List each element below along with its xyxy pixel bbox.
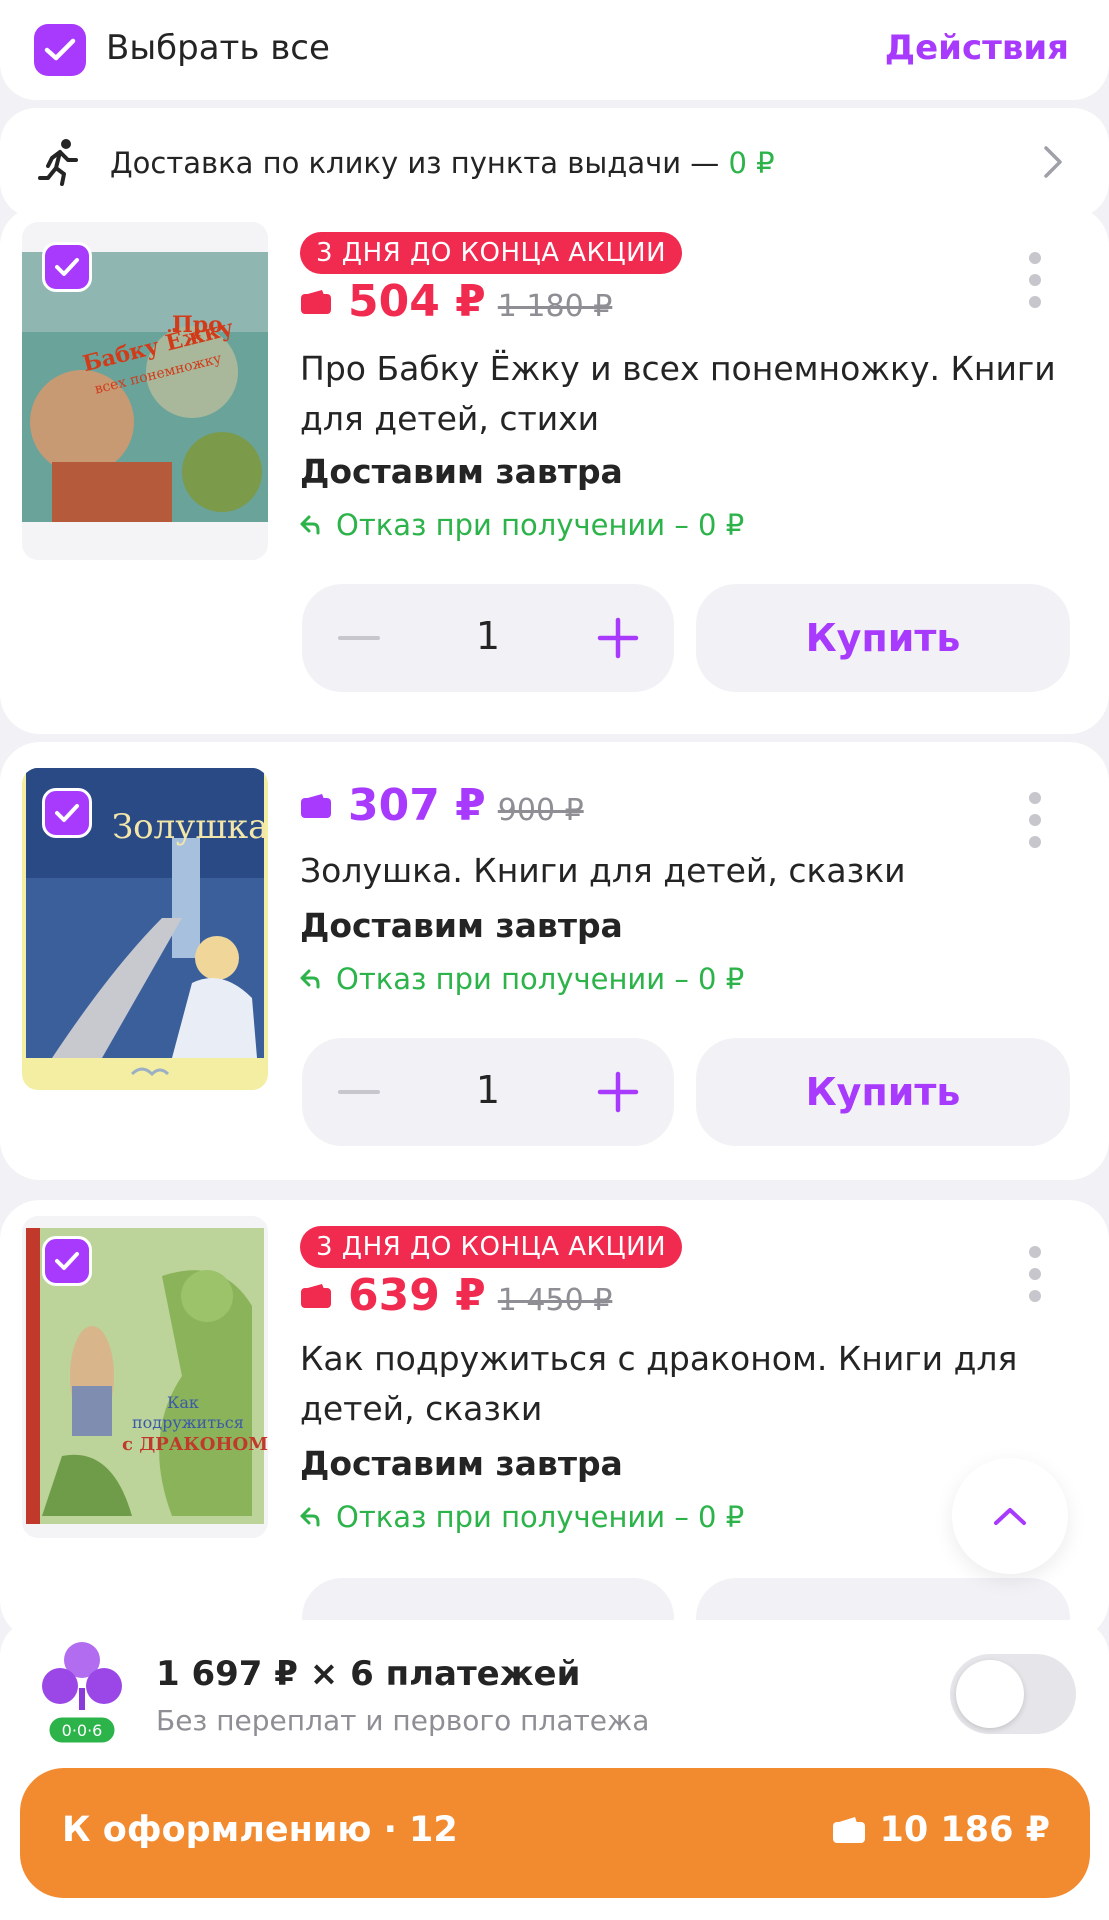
checkout-label: К оформлению · 12 [62, 1810, 458, 1850]
product-cover-image[interactable]: Как подружиться с ДРАКОНОМ [22, 1216, 268, 1538]
clover-icon: 0·0·6 [42, 1642, 122, 1746]
current-price: 504 ₽ [348, 276, 486, 327]
cart-item-card: Про Бабку Ёжку всех понемножку 3 ДНЯ ДО … [0, 206, 1109, 734]
select-all-label[interactable]: Выбрать все [106, 28, 330, 68]
price-row: 307 ₽ 900 ₽ [300, 780, 584, 831]
more-options-button[interactable] [1029, 792, 1043, 848]
check-icon [44, 38, 76, 61]
shipping-info: Доставим завтра [300, 906, 623, 945]
select-all-bar: Выбрать все Действия [0, 0, 1109, 100]
product-title[interactable]: Как подружиться с драконом. Книги для де… [300, 1334, 1060, 1434]
installment-toggle[interactable] [950, 1654, 1076, 1734]
running-person-icon [38, 139, 78, 186]
quantity-stepper: 1 [302, 584, 674, 692]
chevron-up-icon [994, 1508, 1026, 1525]
old-price: 1 180 ₽ [497, 289, 613, 324]
wallet-icon [832, 1817, 865, 1843]
installment-badge: 0·0·6 [62, 1721, 103, 1740]
wallet-icon [301, 289, 331, 314]
svg-text:Как: Как [167, 1393, 199, 1412]
select-all-checkbox[interactable] [34, 24, 86, 76]
svg-text:Золушка: Золушка [112, 807, 268, 847]
checkout-panel: 0·0·6 1 697 ₽ × 6 платежей Без переплат … [0, 1620, 1109, 1920]
actions-button[interactable]: Действия [885, 28, 1069, 68]
price-row: 639 ₽ 1 450 ₽ [300, 1270, 612, 1321]
installment-title: 1 697 ₽ × 6 платежей [156, 1654, 581, 1694]
cart-item-card: Золушка 307 ₽ 900 ₽ Золушка. Книги для д… [0, 742, 1109, 1180]
item-checkbox[interactable] [42, 788, 92, 838]
promo-badge: 3 ДНЯ ДО КОНЦА АКЦИИ [300, 1226, 683, 1268]
shipping-info: Доставим завтра [300, 1444, 623, 1483]
old-price: 1 450 ₽ [497, 1283, 613, 1318]
product-cover-image[interactable]: Золушка [22, 768, 268, 1090]
svg-text:подружиться: подружиться [132, 1413, 244, 1432]
more-options-button[interactable] [1029, 1246, 1043, 1302]
check-icon [55, 258, 79, 276]
product-title[interactable]: Про Бабку Ёжку и всех понемножку. Книги … [300, 344, 1060, 444]
check-icon [55, 804, 79, 822]
svg-text:с ДРАКОНОМ: с ДРАКОНОМ [122, 1434, 268, 1455]
increase-button[interactable] [596, 616, 640, 660]
increase-button[interactable] [596, 1070, 640, 1114]
item-checkbox[interactable] [42, 242, 92, 292]
checkout-button[interactable]: К оформлению · 12 10 186 ₽ [20, 1768, 1090, 1898]
delivery-text: Доставка по клику из пункта выдачи — 0 ₽ [110, 146, 775, 180]
installment-subtitle: Без переплат и первого платежа [156, 1704, 650, 1737]
return-arrow-icon [300, 1507, 320, 1527]
product-title[interactable]: Золушка. Книги для детей, сказки [300, 846, 1060, 896]
delivery-price: 0 ₽ [728, 146, 775, 180]
refund-info: Отказ при получении – 0 ₽ [300, 508, 744, 542]
check-icon [55, 1252, 79, 1270]
more-options-button[interactable] [1029, 252, 1043, 308]
return-arrow-icon [300, 515, 320, 535]
quantity-stepper: 1 [302, 1038, 674, 1146]
delivery-banner[interactable]: Доставка по клику из пункта выдачи — 0 ₽ [0, 108, 1109, 218]
promo-badge: 3 ДНЯ ДО КОНЦА АКЦИИ [300, 232, 683, 274]
price-row: 504 ₽ 1 180 ₽ [300, 276, 612, 327]
scroll-to-top-button[interactable] [952, 1458, 1068, 1574]
wallet-icon [301, 1283, 331, 1308]
current-price: 639 ₽ [348, 1270, 486, 1321]
checkout-total: 10 186 ₽ [832, 1810, 1050, 1850]
toggle-knob [956, 1660, 1024, 1728]
wallet-icon [301, 793, 331, 818]
buy-button[interactable]: Купить [696, 584, 1070, 692]
refund-info: Отказ при получении – 0 ₽ [300, 962, 744, 996]
product-cover-image[interactable]: Про Бабку Ёжку всех понемножку [22, 222, 268, 560]
cart-item-card: Как подружиться с ДРАКОНОМ 3 ДНЯ ДО КОНЦ… [0, 1200, 1109, 1686]
item-checkbox[interactable] [42, 1236, 92, 1286]
return-arrow-icon [300, 969, 320, 989]
shipping-info: Доставим завтра [300, 452, 623, 491]
current-price: 307 ₽ [348, 780, 486, 831]
chevron-right-icon [1044, 146, 1062, 178]
refund-info: Отказ при получении – 0 ₽ [300, 1500, 744, 1534]
old-price: 900 ₽ [497, 793, 584, 828]
buy-button[interactable]: Купить [696, 1038, 1070, 1146]
